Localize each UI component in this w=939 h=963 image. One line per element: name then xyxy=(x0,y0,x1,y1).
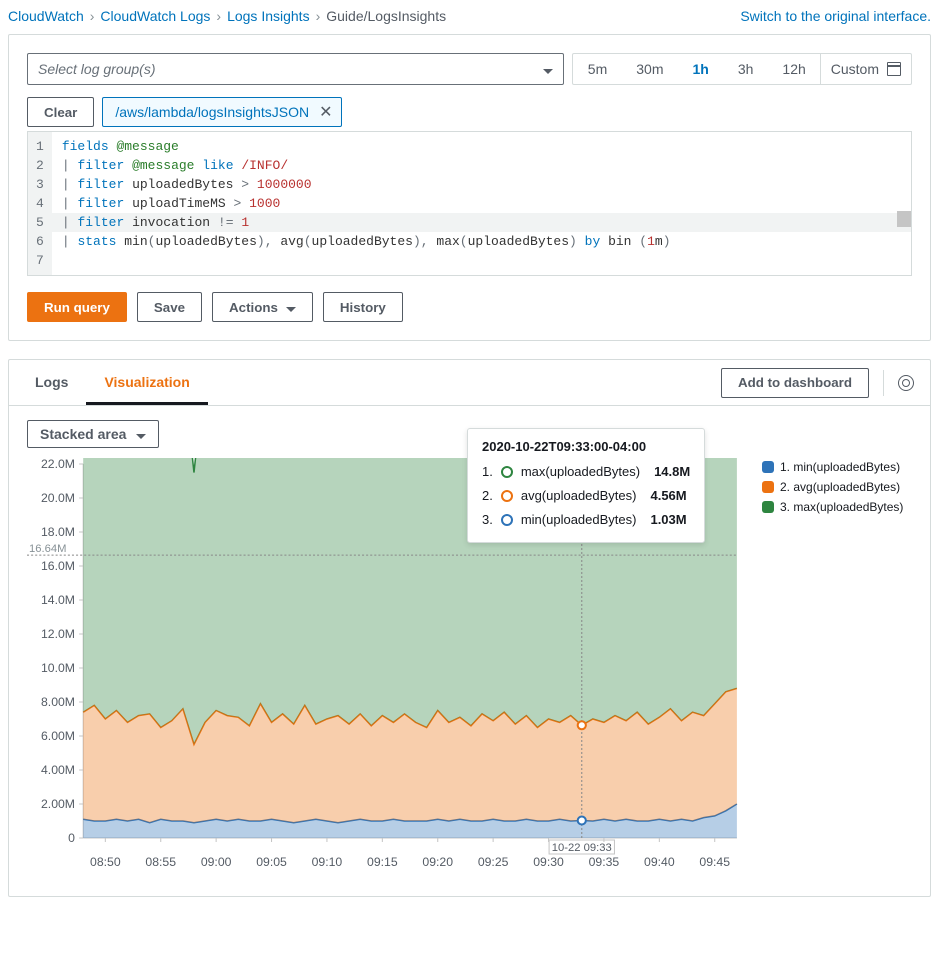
breadcrumb: CloudWatch › CloudWatch Logs › Logs Insi… xyxy=(8,8,446,24)
chart-tooltip: 2020-10-22T09:33:00-04:00 1.max(uploaded… xyxy=(467,428,705,543)
svg-text:12.0M: 12.0M xyxy=(41,627,75,641)
svg-text:09:35: 09:35 xyxy=(589,855,620,869)
svg-text:09:10: 09:10 xyxy=(312,855,343,869)
legend-item[interactable]: 3. max(uploadedBytes) xyxy=(762,500,912,514)
chevron-down-icon xyxy=(543,61,553,77)
chevron-down-icon xyxy=(286,300,296,315)
svg-text:10.0M: 10.0M xyxy=(41,661,75,675)
time-range-custom[interactable]: Custom xyxy=(821,54,911,84)
breadcrumb-cloudwatch[interactable]: CloudWatch xyxy=(8,8,84,24)
scrollbar-thumb[interactable] xyxy=(897,211,911,227)
time-range-30m[interactable]: 30m xyxy=(621,54,677,84)
svg-text:16.64M: 16.64M xyxy=(29,543,66,555)
tab-logs[interactable]: Logs xyxy=(17,360,86,405)
save-button[interactable]: Save xyxy=(137,292,202,322)
chevron-down-icon xyxy=(136,426,146,442)
time-range-1h[interactable]: 1h xyxy=(677,54,722,84)
svg-text:2.00M: 2.00M xyxy=(41,797,75,811)
time-range-12h[interactable]: 12h xyxy=(767,54,819,84)
breadcrumb-logs[interactable]: CloudWatch Logs xyxy=(100,8,210,24)
actions-button[interactable]: Actions xyxy=(212,292,313,322)
svg-text:22.0M: 22.0M xyxy=(41,458,75,471)
chevron-right-icon: › xyxy=(90,8,95,24)
svg-text:08:55: 08:55 xyxy=(145,855,176,869)
time-range-3h[interactable]: 3h xyxy=(723,54,768,84)
chart-legend: 1. min(uploadedBytes) 2. avg(uploadedByte… xyxy=(742,458,912,878)
breadcrumb-current: Guide/LogsInsights xyxy=(326,8,446,24)
svg-text:08:50: 08:50 xyxy=(90,855,121,869)
svg-text:18.0M: 18.0M xyxy=(41,525,75,539)
tooltip-title: 2020-10-22T09:33:00-04:00 xyxy=(482,439,690,454)
svg-text:09:40: 09:40 xyxy=(644,855,675,869)
query-panel: Select log group(s) 5m 30m 1h 3h 12h Cus… xyxy=(8,34,931,341)
tooltip-row: 3.min(uploadedBytes)1.03M xyxy=(482,508,690,532)
gear-icon[interactable] xyxy=(898,375,914,391)
chevron-right-icon: › xyxy=(216,8,221,24)
tooltip-row: 1.max(uploadedBytes)14.8M xyxy=(482,460,690,484)
query-editor[interactable]: 1234567 fields @message | filter @messag… xyxy=(27,131,912,276)
switch-interface-link[interactable]: Switch to the original interface. xyxy=(740,8,931,24)
svg-text:20.0M: 20.0M xyxy=(41,491,75,505)
legend-item[interactable]: 1. min(uploadedBytes) xyxy=(762,460,912,474)
svg-text:09:20: 09:20 xyxy=(422,855,453,869)
svg-text:09:45: 09:45 xyxy=(699,855,730,869)
run-query-button[interactable]: Run query xyxy=(27,292,127,322)
svg-text:8.00M: 8.00M xyxy=(41,695,75,709)
log-group-chip[interactable]: /aws/lambda/logsInsightsJSON ✕ xyxy=(102,97,341,127)
close-icon[interactable]: ✕ xyxy=(319,102,332,122)
svg-text:09:15: 09:15 xyxy=(367,855,398,869)
clear-button[interactable]: Clear xyxy=(27,97,94,127)
svg-text:09:30: 09:30 xyxy=(533,855,564,869)
svg-text:0: 0 xyxy=(68,831,75,845)
visualization-panel: Logs Visualization Add to dashboard Stac… xyxy=(8,359,931,897)
svg-text:09:05: 09:05 xyxy=(256,855,287,869)
svg-text:10-22 09:33: 10-22 09:33 xyxy=(552,842,612,854)
svg-text:4.00M: 4.00M xyxy=(41,763,75,777)
tab-visualization[interactable]: Visualization xyxy=(86,360,207,405)
tooltip-row: 2.avg(uploadedBytes)4.56M xyxy=(482,484,690,508)
time-range-picker: 5m 30m 1h 3h 12h Custom xyxy=(572,53,912,85)
svg-text:14.0M: 14.0M xyxy=(41,593,75,607)
log-group-select[interactable]: Select log group(s) xyxy=(27,53,564,85)
add-to-dashboard-button[interactable]: Add to dashboard xyxy=(721,368,869,398)
legend-item[interactable]: 2. avg(uploadedBytes) xyxy=(762,480,912,494)
svg-text:09:25: 09:25 xyxy=(478,855,509,869)
svg-text:6.00M: 6.00M xyxy=(41,729,75,743)
svg-text:09:00: 09:00 xyxy=(201,855,232,869)
time-range-5m[interactable]: 5m xyxy=(573,54,621,84)
chevron-right-icon: › xyxy=(316,8,321,24)
breadcrumb-insights[interactable]: Logs Insights xyxy=(227,8,310,24)
chart-type-select[interactable]: Stacked area xyxy=(27,420,159,448)
history-button[interactable]: History xyxy=(323,292,403,322)
chart-plot[interactable]: 2020-10-22T09:33:00-04:00 1.max(uploaded… xyxy=(27,458,742,878)
svg-text:16.0M: 16.0M xyxy=(41,559,75,573)
log-group-chip-label: /aws/lambda/logsInsightsJSON xyxy=(115,104,309,120)
calendar-icon xyxy=(887,62,901,76)
log-group-placeholder: Select log group(s) xyxy=(38,61,156,77)
